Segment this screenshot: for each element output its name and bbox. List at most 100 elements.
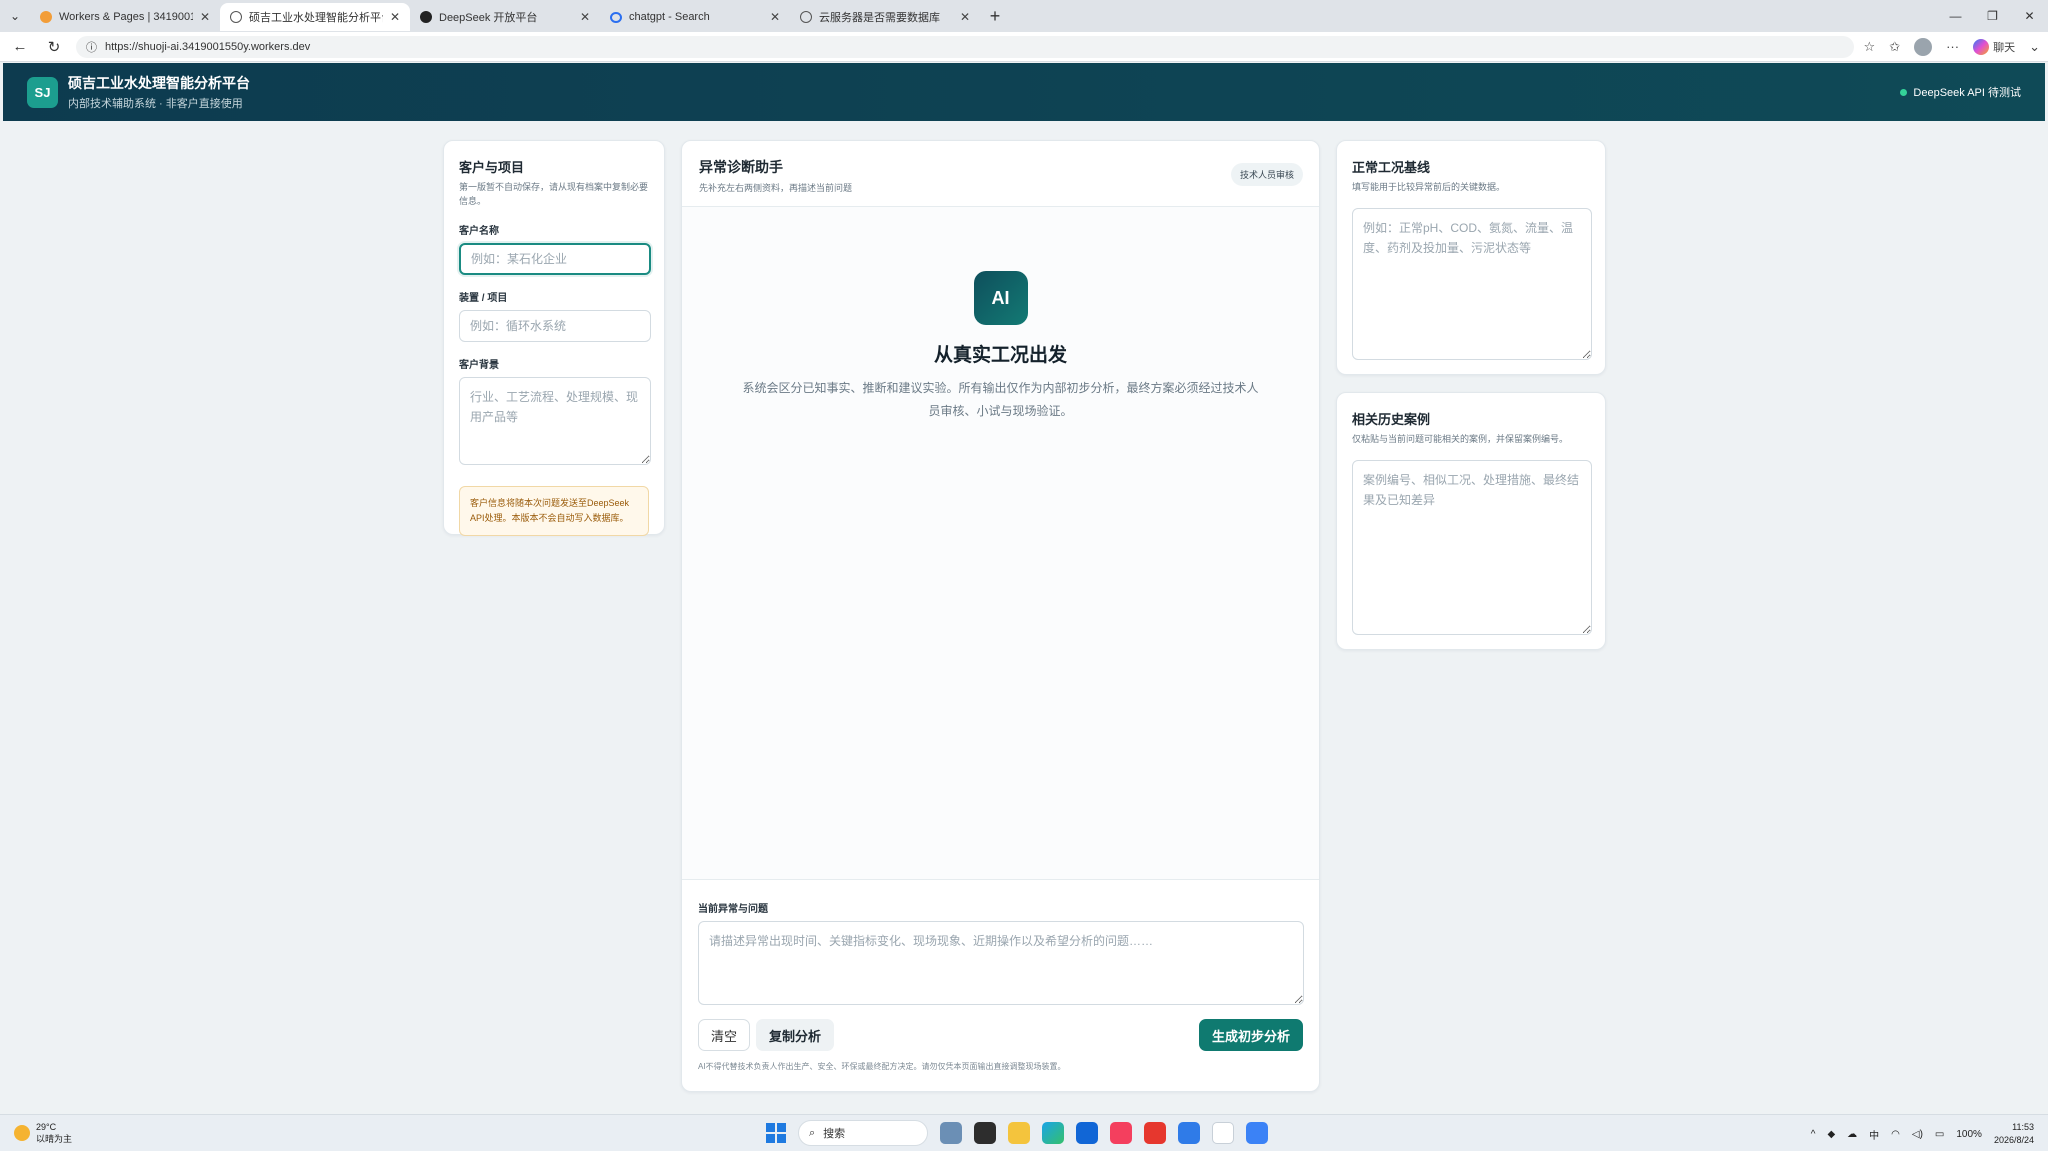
review-badge: 技术人员审核 [1230,163,1303,186]
outlook-icon[interactable] [1076,1122,1098,1144]
customer-background-textarea[interactable] [459,377,651,465]
history-cases-textarea[interactable] [1352,460,1592,635]
card-description: 仅粘贴与当前问题可能相关的案例，并保留案例编号。 [1352,434,1569,444]
tab-title: DeepSeek 开放平台 [439,12,538,24]
customer-name-label: 客户名称 [459,226,499,237]
battery-icon: ▭ [1934,1128,1945,1140]
favorites-list-icon[interactable]: ✩ [1889,39,1900,55]
weather-sun-icon [14,1125,30,1141]
address-bar: ← ↻ ⓘ https://shuoji-ai.3419001550y.work… [0,32,2048,62]
taskbar-search[interactable]: ⌕ 搜索 [798,1120,928,1146]
weather-widget[interactable]: 29°C 以晴为主 [14,1121,72,1145]
temperature: 29°C [36,1122,57,1132]
close-icon[interactable]: ✕ [200,10,210,24]
favorite-star-icon[interactable]: ☆ [1864,39,1876,55]
close-icon[interactable]: ✕ [770,10,780,24]
baseline-textarea[interactable] [1352,208,1592,360]
music-icon[interactable] [1110,1122,1132,1144]
browser-tab-search[interactable]: chatgpt - Search ✕ [600,3,790,31]
url-field[interactable]: ⓘ https://shuoji-ai.3419001550y.workers.… [76,35,1854,58]
browser-tab-workers[interactable]: Workers & Pages | 3419001550y@ ✕ [30,3,220,31]
clock[interactable]: 11:53 2026/8/24 [1994,1121,2034,1147]
diagnostic-assistant-card: 异常诊断助手 先补充左右两侧资料，再描述当前问题 技术人员审核 AI 从真实工况… [681,140,1320,1092]
app-title: 硕吉工业水处理智能分析平台 [68,75,250,91]
copilot-label: 聊天 [1993,41,2016,54]
customer-background-label: 客户背景 [459,360,499,371]
chevron-up-icon[interactable]: ^ [1811,1129,1816,1140]
empty-state-title: 从真实工况出发 [933,345,1067,366]
app-logo: SJ [27,76,58,108]
back-arrow-icon[interactable]: ← [8,38,32,55]
task-view-icon[interactable] [940,1122,962,1144]
tab-title: 云服务器是否需要数据库 [819,12,940,24]
tab-list-chevron-icon[interactable]: ⌄ [0,0,30,32]
tab-title: 硕吉工业水处理智能分析平台 [249,12,383,24]
app-subtitle: 内部技术辅助系统 · 非客户直接使用 [68,98,243,110]
bookmark-app-icon[interactable] [1178,1122,1200,1144]
close-icon[interactable]: ✕ [960,10,970,24]
toolbar-actions: ☆ ✩ ··· 聊天 ⌄ [1864,37,2040,56]
browser-tab-platform[interactable]: 硕吉工业水处理智能分析平台 ✕ [220,3,410,31]
clear-button[interactable]: 清空 [698,1019,751,1051]
volume-icon[interactable]: ◁) [1912,1129,1923,1140]
cloudflare-icon [40,11,52,23]
app-header: SJ 硕吉工业水处理智能分析平台 内部技术辅助系统 · 非客户直接使用 Deep… [3,63,2045,121]
browser-tab-deepseek[interactable]: DeepSeek 开放平台 ✕ [410,3,600,31]
site-info-icon[interactable]: ⓘ [86,39,97,55]
copy-analysis-button[interactable]: 复制分析 [756,1019,835,1051]
search-icon: ⌕ [809,1126,816,1139]
more-menu-icon[interactable]: ··· [1946,39,1959,54]
system-tray: ^ ◆ ☁ 中 ◠ ◁) ▭ 100% 11:53 2026/8/24 [1811,1121,2034,1147]
taskbar-apps: ⌕ 搜索 [766,1120,1268,1146]
edge-browser-icon[interactable] [1042,1122,1064,1144]
wifi-icon[interactable]: ◠ [1891,1129,1900,1140]
weather-condition: 以晴为主 [36,1134,73,1144]
antivirus-icon[interactable]: ◆ [1827,1129,1835,1140]
file-explorer-icon[interactable] [1008,1122,1030,1144]
project-label: 装置 / 项目 [459,293,508,304]
history-cases-card: 相关历史案例 仅粘贴与当前问题可能相关的案例，并保留案例编号。 [1336,392,1606,650]
refresh-icon[interactable]: ↻ [42,38,66,56]
card-title: 客户与项目 [459,160,525,175]
windows-taskbar: 29°C 以晴为主 ⌕ 搜索 ^ ◆ ☁ 中 ◠ ◁) ▭ 100% 11:53… [0,1114,2048,1151]
cloud-sync-icon[interactable]: ☁ [1847,1129,1857,1140]
project-input[interactable] [459,310,651,342]
url-text: https://shuoji-ai.3419001550y.workers.de… [105,40,311,53]
brand: 硕吉工业水处理智能分析平台 内部技术辅助系统 · 非客户直接使用 [68,73,250,111]
input-language[interactable]: 中 [1869,1127,1879,1142]
ai-icon: AI [973,271,1028,325]
chevron-down-icon[interactable]: ⌄ [2029,39,2040,55]
close-icon[interactable]: ✕ [580,10,590,24]
wps-icon[interactable] [1144,1122,1166,1144]
card-description: 填写能用于比较异常前后的关键数据。 [1352,182,1506,192]
weather-text: 29°C 以晴为主 [36,1121,72,1145]
copilot-button[interactable]: 聊天 [1973,38,2016,55]
close-icon[interactable]: ✕ [390,10,400,24]
browser-tab-cloud[interactable]: 云服务器是否需要数据库 ✕ [790,3,980,31]
notepad-icon[interactable] [1246,1122,1268,1144]
card-title: 正常工况基线 [1352,160,1431,175]
generate-analysis-button[interactable]: 生成初步分析 [1198,1019,1303,1051]
close-window-icon[interactable]: ✕ [2011,0,2048,32]
chatgpt-icon[interactable] [1212,1122,1234,1144]
customer-project-card: 客户与项目 第一版暂不自动保存，请从现有档案中复制必要信息。 客户名称 装置 /… [443,140,665,536]
terminal-icon[interactable] [974,1122,996,1144]
windows-start-icon[interactable] [766,1123,786,1143]
card-title: 相关历史案例 [1352,412,1431,427]
status-dot-icon [1900,88,1908,96]
restore-icon[interactable]: ❐ [1974,0,2011,32]
tab-title: chatgpt - Search [629,11,710,23]
search-icon [610,11,622,23]
question-textarea[interactable] [698,921,1304,1005]
browser-tab-strip: ⌄ Workers & Pages | 3419001550y@ ✕ 硕吉工业水… [0,0,2048,32]
card-description: 第一版暂不自动保存，请从现有档案中复制必要信息。 [459,182,649,206]
profile-avatar[interactable] [1914,37,1933,56]
clock-time: 11:53 [2012,1122,2034,1132]
clock-date: 2026/8/24 [1993,1135,2034,1145]
composer-actions: 清空 复制分析 生成初步分析 [698,1019,1303,1051]
search-label: 搜索 [823,1128,846,1140]
new-tab-plus-icon[interactable]: + [980,0,1010,32]
minimize-icon[interactable]: — [1937,0,1974,32]
chat-area: AI 从真实工况出发 系统会区分已知事实、推断和建议实验。所有输出仅作为内部初步… [682,207,1319,879]
customer-name-input[interactable] [459,243,651,275]
